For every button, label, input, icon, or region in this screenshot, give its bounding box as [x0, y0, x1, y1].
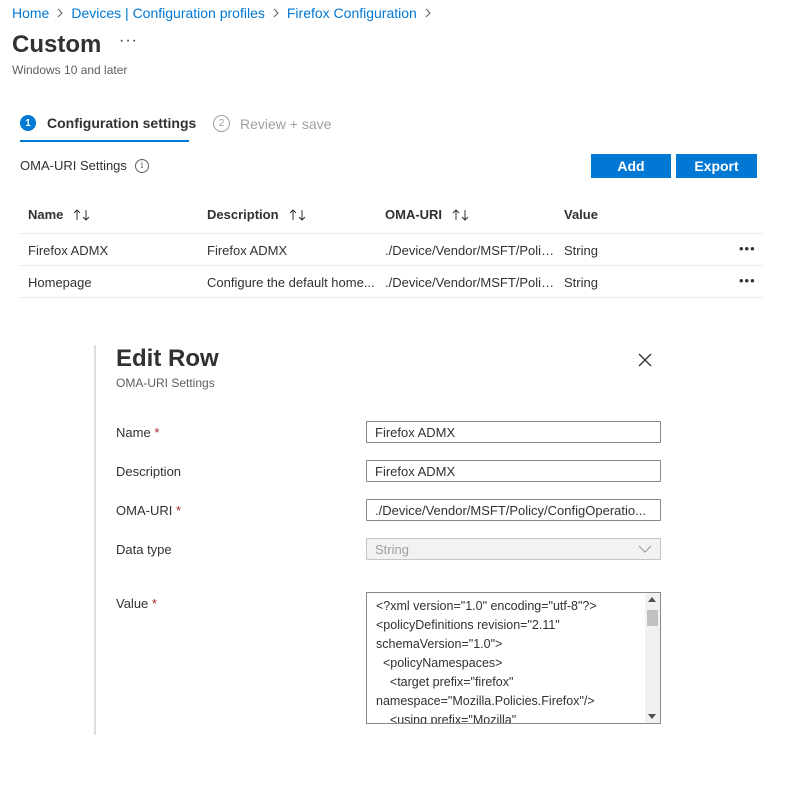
label-text: Name	[116, 425, 151, 440]
section-label: OMA-URI Settings i	[20, 158, 149, 173]
value-label: Value *	[116, 596, 157, 611]
column-header-oma-uri[interactable]: OMA-URI	[385, 207, 470, 222]
oma-uri-label: OMA-URI *	[116, 503, 181, 518]
description-field[interactable]: Firefox ADMX	[366, 460, 661, 482]
cell-value: String	[564, 275, 598, 290]
oma-uri-field[interactable]: ./Device/Vendor/MSFT/Policy/ConfigOperat…	[366, 499, 661, 521]
row-more-icon[interactable]: •••	[739, 241, 756, 256]
row-more-icon[interactable]: •••	[739, 273, 756, 288]
cell-oma-uri: ./Device/Vendor/MSFT/Polic...	[385, 243, 557, 258]
step-label: Review + save	[240, 115, 332, 132]
sort-icon[interactable]	[452, 208, 470, 222]
column-header-name[interactable]: Name	[28, 207, 91, 222]
add-button[interactable]: Add	[591, 154, 671, 178]
required-mark: *	[151, 596, 157, 611]
panel-subtitle: OMA-URI Settings	[116, 376, 215, 390]
name-label: Name *	[116, 425, 159, 440]
column-header-label: Description	[207, 207, 279, 222]
section-title: OMA-URI Settings	[20, 158, 127, 173]
data-type-label: Data type	[116, 542, 172, 557]
sort-icon[interactable]	[289, 208, 307, 222]
oma-uri-field-value: ./Device/Vendor/MSFT/Policy/ConfigOperat…	[375, 502, 646, 518]
table-divider	[20, 233, 763, 234]
value-textarea-content: <?xml version="1.0" encoding="utf-8"?> <…	[376, 599, 597, 724]
page-title: Custom	[12, 31, 102, 58]
value-textarea[interactable]: <?xml version="1.0" encoding="utf-8"?> <…	[366, 592, 661, 724]
scroll-up-icon[interactable]	[648, 597, 656, 602]
breadcrumb-devices[interactable]: Devices | Configuration profiles	[71, 5, 265, 21]
step-review-save[interactable]: 2 Review + save	[213, 115, 331, 132]
panel-title: Edit Row	[116, 345, 219, 372]
breadcrumb: Home Devices | Configuration profiles Fi…	[12, 4, 439, 22]
data-type-dropdown: String	[366, 538, 661, 560]
cell-description: Firefox ADMX	[207, 243, 288, 258]
required-mark: *	[154, 425, 160, 440]
step-label: Configuration settings	[47, 115, 197, 131]
step-number-1: 1	[20, 115, 36, 131]
chevron-right-icon	[265, 8, 287, 18]
description-label: Description	[116, 464, 182, 479]
more-options-icon[interactable]: ···	[119, 32, 138, 50]
page-subtitle: Windows 10 and later	[12, 63, 128, 77]
panel-edge	[94, 345, 96, 735]
table-divider	[20, 297, 763, 298]
label-text: OMA-URI	[116, 503, 173, 518]
table-divider	[20, 265, 763, 266]
sort-icon[interactable]	[73, 208, 91, 222]
active-step-indicator	[20, 140, 189, 142]
close-icon[interactable]	[637, 352, 653, 368]
chevron-right-icon	[417, 8, 439, 18]
cell-name: Homepage	[28, 275, 92, 290]
cell-oma-uri: ./Device/Vendor/MSFT/Polic...	[385, 275, 557, 290]
step-configuration-settings[interactable]: 1 Configuration settings	[20, 115, 196, 131]
cell-value: String	[564, 243, 598, 258]
required-mark: *	[175, 503, 182, 518]
breadcrumb-home[interactable]: Home	[12, 5, 49, 21]
chevron-right-icon	[49, 8, 71, 18]
name-field[interactable]: Firefox ADMX	[366, 421, 661, 443]
label-text: Value	[116, 596, 149, 611]
step-number-2: 2	[213, 115, 230, 132]
cell-description: Configure the default home...	[207, 275, 375, 290]
scroll-down-icon[interactable]	[648, 714, 656, 719]
cell-name: Firefox ADMX	[28, 243, 109, 258]
export-button[interactable]: Export	[676, 154, 757, 178]
column-header-label: OMA-URI	[385, 207, 443, 222]
description-field-value: Firefox ADMX	[375, 463, 456, 479]
chevron-down-icon	[638, 545, 652, 553]
column-header-value: Value	[564, 207, 598, 222]
column-header-label: Value	[564, 207, 598, 222]
breadcrumb-firefox-configuration[interactable]: Firefox Configuration	[287, 5, 417, 21]
data-type-value: String	[375, 541, 409, 557]
column-header-description[interactable]: Description	[207, 207, 307, 222]
name-field-value: Firefox ADMX	[375, 424, 456, 440]
scrollbar-thumb[interactable]	[647, 610, 658, 626]
info-icon[interactable]: i	[134, 158, 149, 173]
column-header-label: Name	[28, 207, 64, 222]
vertical-scrollbar[interactable]	[645, 593, 660, 723]
